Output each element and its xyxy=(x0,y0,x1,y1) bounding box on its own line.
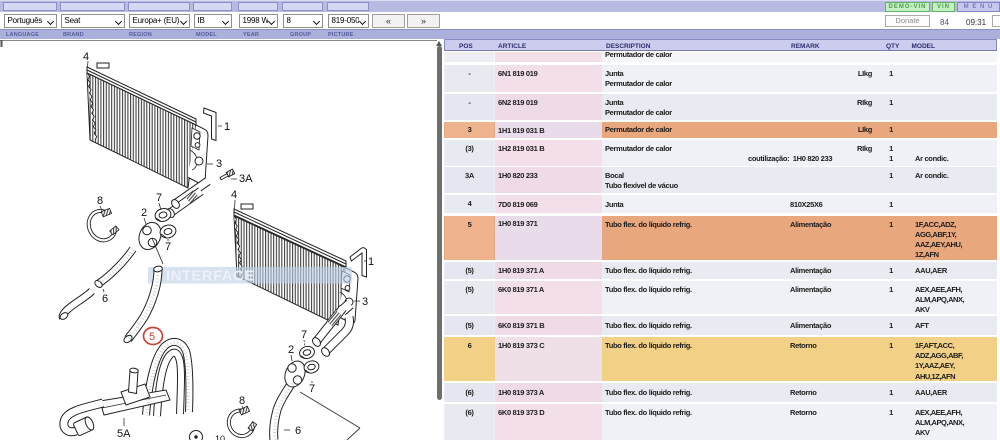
svg-text:1: 1 xyxy=(224,121,230,133)
svg-text:5A: 5A xyxy=(117,428,131,440)
svg-text:7: 7 xyxy=(301,329,307,341)
svg-text:8: 8 xyxy=(239,395,245,407)
svg-text:INTERFACE: INTERFACE xyxy=(166,268,255,285)
svg-text:5: 5 xyxy=(149,331,155,343)
svg-text:10: 10 xyxy=(215,434,225,440)
svg-text:2: 2 xyxy=(288,344,294,356)
svg-text:7: 7 xyxy=(165,241,171,253)
svg-text:6: 6 xyxy=(295,425,301,437)
svg-text:3: 3 xyxy=(216,158,222,170)
svg-text:1: 1 xyxy=(368,256,374,268)
svg-text:4: 4 xyxy=(231,189,237,201)
svg-text:7: 7 xyxy=(156,192,162,204)
svg-text:7: 7 xyxy=(309,383,315,395)
svg-text:6: 6 xyxy=(102,293,108,305)
svg-text:2: 2 xyxy=(141,207,147,219)
svg-text:3A: 3A xyxy=(239,173,253,185)
svg-text:3: 3 xyxy=(362,296,368,308)
svg-text:8: 8 xyxy=(97,195,103,207)
